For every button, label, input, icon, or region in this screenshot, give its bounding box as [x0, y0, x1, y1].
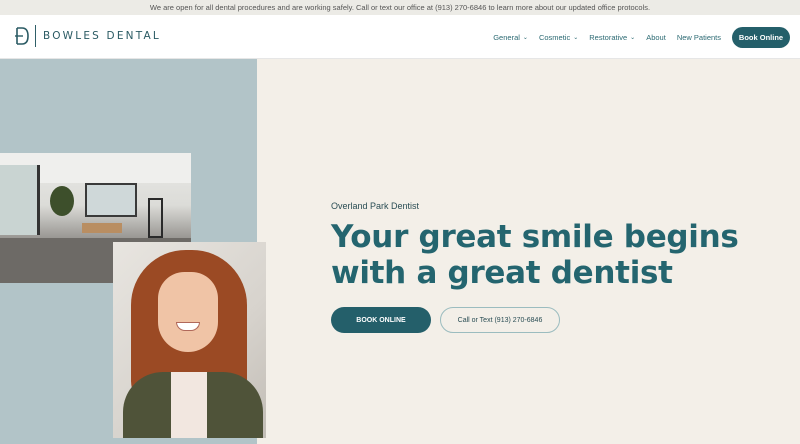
logo-mark-icon — [15, 27, 29, 45]
announcement-bar: We are open for all dental procedures an… — [0, 0, 800, 15]
portrait-face — [158, 272, 218, 352]
nav-general[interactable]: General ⌄ — [493, 33, 528, 42]
chevron-down-icon: ⌄ — [630, 35, 636, 41]
portrait-shirt — [171, 372, 207, 438]
nav-cosmetic[interactable]: Cosmetic ⌄ — [539, 33, 578, 42]
hero-section: Overland Park Dentist Your great smile b… — [331, 201, 791, 291]
nav-new-patients-label: New Patients — [676, 33, 721, 42]
hero-eyebrow: Overland Park Dentist — [331, 201, 420, 211]
hero-cta-row: BOOK ONLINE Call or Text (913) 270-6846 — [331, 307, 560, 333]
chevron-down-icon: ⌄ — [573, 35, 579, 41]
book-online-nav-button[interactable]: Book Online — [732, 27, 790, 48]
book-online-button[interactable]: BOOK ONLINE — [331, 307, 431, 333]
office-window — [85, 183, 137, 217]
nav-restorative-label: Restorative — [589, 33, 628, 42]
dentist-portrait-photo — [113, 242, 266, 438]
call-or-text-button[interactable]: Call or Text (913) 270-6846 — [440, 307, 560, 333]
logo-divider — [35, 25, 36, 47]
office-shelf — [148, 198, 163, 238]
logo[interactable]: BOWLES DENTAL — [14, 25, 161, 47]
nav-cosmetic-label: Cosmetic — [538, 33, 571, 42]
brand-name: BOWLES DENTAL — [43, 30, 161, 42]
nav-about[interactable]: About — [646, 33, 666, 42]
hero-headline: Your great smile begins with a great den… — [331, 219, 739, 291]
office-window-left — [0, 165, 40, 235]
main-nav: General ⌄ Cosmetic ⌄ Restorative ⌄ About… — [482, 27, 790, 48]
nav-about-label: About — [646, 33, 666, 42]
announcement-text: We are open for all dental procedures an… — [149, 3, 651, 12]
site-header: BOWLES DENTAL General ⌄ Cosmetic ⌄ Resto… — [0, 15, 800, 59]
nav-general-label: General — [493, 33, 520, 42]
office-plant — [50, 186, 74, 216]
office-sofa — [82, 223, 122, 233]
chevron-down-icon: ⌄ — [522, 35, 528, 41]
nav-new-patients[interactable]: New Patients — [677, 33, 721, 42]
nav-restorative[interactable]: Restorative ⌄ — [589, 33, 635, 42]
